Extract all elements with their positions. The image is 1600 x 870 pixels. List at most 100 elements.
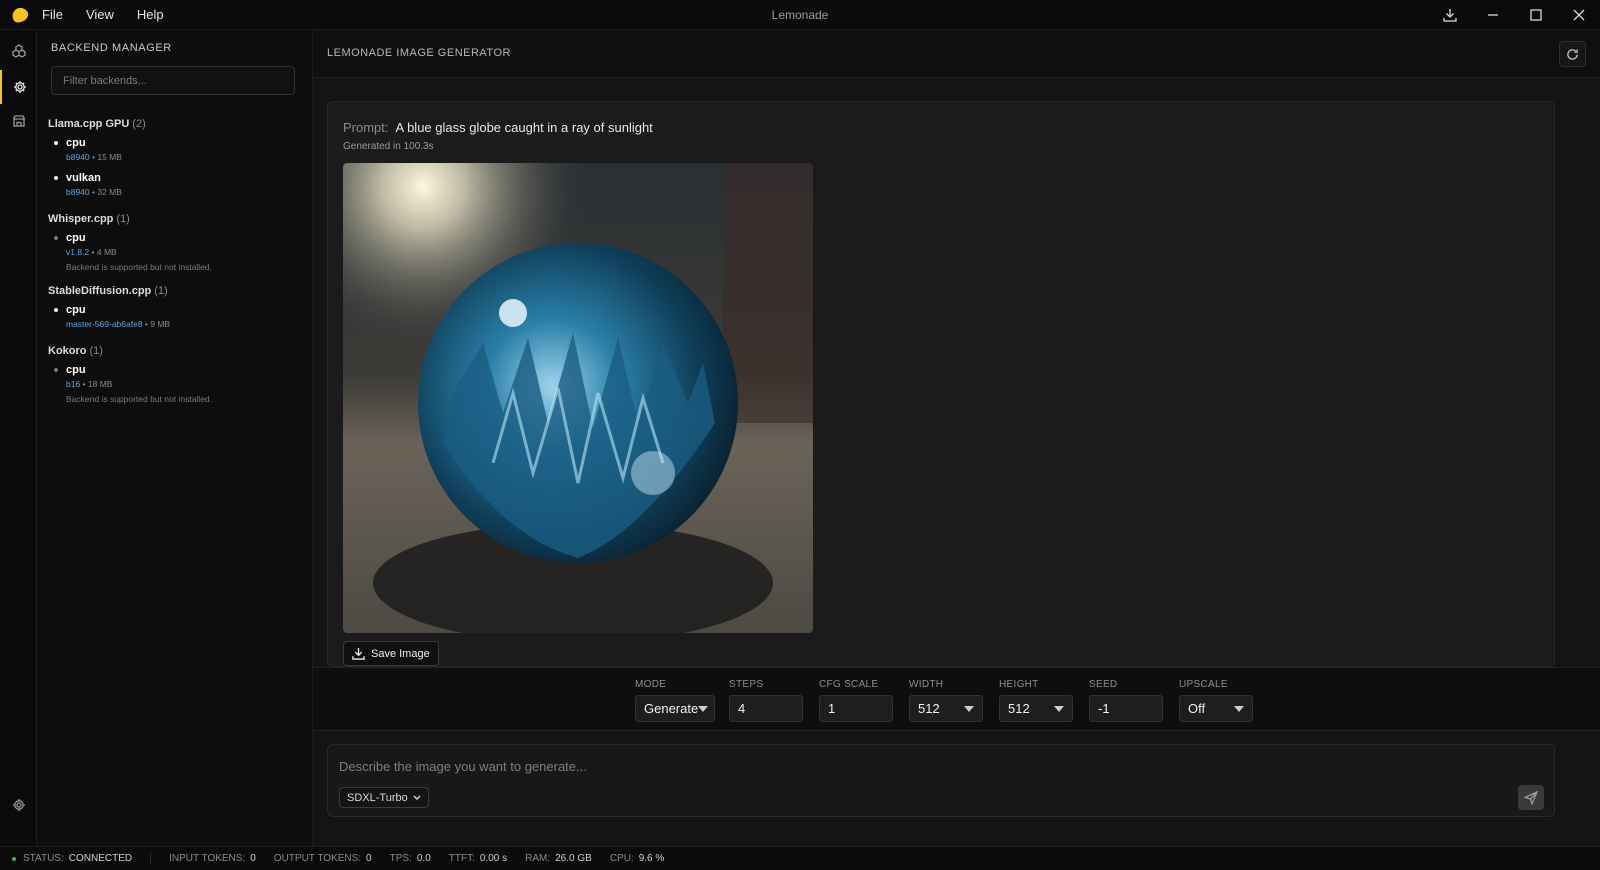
backend-item[interactable]: cpu master-569-ab6afe8 • 9 MB — [48, 303, 303, 330]
seed-input[interactable]: -1 — [1089, 695, 1163, 722]
connected-dot-icon — [12, 856, 16, 861]
steps-value: 4 — [738, 701, 746, 716]
panel-title: BACKEND MANAGER — [51, 42, 172, 54]
menu-file[interactable]: File — [42, 7, 63, 22]
model-selector[interactable]: SDXL-Turbo — [339, 787, 429, 808]
ttft-label: TTFT: — [448, 853, 475, 864]
backend-version[interactable]: b8940 — [66, 187, 90, 197]
store-icon — [12, 115, 25, 127]
prompt-composer: SDXL-Turbo — [327, 744, 1555, 817]
height-select[interactable]: 512 — [999, 695, 1073, 722]
installed-dot-icon — [54, 308, 58, 312]
group-name: Llama.cpp GPU — [48, 118, 130, 130]
cpu-value: 9.6 % — [638, 853, 665, 864]
height-control: HEIGHT 512 — [999, 679, 1073, 722]
status-value: CONNECTED — [68, 853, 133, 864]
backend-note: Backend is supported but not installed. — [66, 394, 213, 404]
window-title: Lemonade — [771, 7, 829, 22]
download-button[interactable] — [1428, 0, 1471, 30]
group-count: (1) — [116, 213, 130, 225]
backend-item[interactable]: vulkan b8940 • 32 MB — [48, 171, 303, 198]
page-title: LEMONADE IMAGE GENERATOR — [327, 47, 511, 59]
status-input-tokens: INPUT TOKENS: 0 — [169, 853, 256, 864]
group-header[interactable]: StableDiffusion.cpp (1) — [48, 284, 303, 300]
mode-value: Generate — [644, 701, 699, 716]
upscale-control: UPSCALE Off — [1179, 679, 1253, 722]
output-tokens-value: 0 — [366, 853, 372, 864]
group-name: StableDiffusion.cpp — [48, 285, 152, 297]
backend-name: cpu — [66, 137, 86, 149]
ram-value: 26.0 GB — [555, 853, 592, 864]
prompt-text: A blue glass globe caught in a ray of su… — [395, 120, 653, 135]
backend-size: 32 MB — [97, 187, 122, 197]
group-header[interactable]: Kokoro (1) — [48, 344, 303, 360]
backend-manager-panel: BACKEND MANAGER Llama.cpp GPU(2) cpu b89… — [37, 30, 313, 846]
seed-label: SEED — [1089, 679, 1118, 690]
backend-version[interactable]: master-569-ab6afe8 — [66, 319, 143, 329]
backend-meta: master-569-ab6afe8 • 9 MB — [66, 319, 171, 329]
backend-item[interactable]: cpu v1.8.2 • 4 MB Backend is supported b… — [48, 231, 303, 273]
close-button[interactable] — [1557, 0, 1600, 30]
upscale-select[interactable]: Off — [1179, 695, 1253, 722]
backend-meta: v1.8.2 • 4 MB — [66, 247, 117, 257]
chevron-down-icon — [1234, 705, 1244, 712]
mode-control: MODE Generate — [635, 679, 715, 722]
lemon-logo-icon — [9, 4, 31, 25]
backend-version[interactable]: v1.8.2 — [66, 247, 89, 257]
status-connection: STATUS: CONNECTED — [23, 853, 132, 864]
menu-help[interactable]: Help — [137, 7, 164, 22]
backend-group: Kokoro (1) cpu b16 • 18 MB Backend is sup… — [48, 344, 303, 416]
group-name: Kokoro — [48, 345, 87, 357]
save-image-label: Save Image — [371, 647, 430, 660]
backend-version[interactable]: b16 — [66, 379, 80, 389]
cfg-scale-input[interactable]: 1 — [819, 695, 893, 722]
title-bar: File View Help Lemonade — [0, 0, 1600, 30]
activity-models-button[interactable] — [0, 34, 37, 68]
activity-settings-button[interactable] — [0, 788, 37, 822]
status-divider — [150, 852, 152, 865]
mode-label: MODE — [635, 679, 667, 690]
group-header[interactable]: Llama.cpp GPU (2) — [48, 117, 303, 133]
width-select[interactable]: 512 — [909, 695, 983, 722]
backend-note: Backend is supported but not installed. — [66, 262, 213, 272]
activity-backend-manager-button[interactable] — [0, 70, 37, 104]
backend-item[interactable]: cpu b8940 • 15 MB — [48, 136, 303, 163]
width-control: WIDTH 512 — [909, 679, 983, 722]
backend-item[interactable]: cpu b16 • 18 MB Backend is supported but… — [48, 363, 303, 405]
input-tokens-value: 0 — [250, 853, 256, 864]
refresh-button[interactable] — [1559, 41, 1586, 67]
backend-meta: b8940 • 15 MB — [66, 152, 122, 162]
mode-select[interactable]: Generate — [635, 695, 715, 722]
image-generator-panel: LEMONADE IMAGE GENERATOR Prompt: A blue g… — [313, 30, 1600, 846]
group-header[interactable]: Whisper.cpp (1) — [48, 212, 303, 228]
maximize-button[interactable] — [1514, 0, 1557, 30]
status-tps: TPS: 0.0 — [390, 853, 431, 864]
menu-view[interactable]: View — [86, 7, 114, 22]
steps-input[interactable]: 4 — [729, 695, 803, 722]
prompt-input[interactable] — [339, 755, 1489, 777]
prompt-label: Prompt: — [343, 120, 389, 135]
filter-backends-input[interactable] — [51, 66, 295, 95]
width-label: WIDTH — [909, 679, 944, 690]
generated-image[interactable] — [343, 163, 813, 633]
activity-store-button[interactable] — [0, 104, 37, 138]
ttft-value: 0.00 s — [479, 853, 508, 864]
backend-size: 15 MB — [97, 152, 122, 162]
backend-version[interactable]: b8940 — [66, 152, 90, 162]
backend-group: StableDiffusion.cpp (1) cpu master-569-ab… — [48, 284, 303, 344]
minimize-button[interactable] — [1471, 0, 1514, 30]
backend-size: 18 MB — [87, 379, 113, 389]
steps-label: STEPS — [729, 679, 764, 690]
backend-meta: b16 • 18 MB — [66, 379, 113, 389]
backend-group: Llama.cpp GPU (2) cpu b8940 • 15 MB vulka… — [48, 117, 303, 212]
download-icon — [352, 647, 365, 660]
generation-settings: MODE Generate STEPS 4 CFG SCALE 1 WIDTH … — [313, 667, 1600, 731]
backend-name: cpu — [66, 232, 86, 244]
prompt-line: Prompt: A blue glass globe caught in a ra… — [343, 120, 653, 135]
chevron-down-icon — [413, 795, 421, 800]
save-image-button[interactable]: Save Image — [343, 641, 439, 666]
status-ram: RAM: 26.0 GB — [525, 853, 592, 864]
height-value: 512 — [1008, 701, 1030, 716]
not-installed-dot-icon — [54, 368, 58, 372]
send-button[interactable] — [1518, 785, 1544, 810]
